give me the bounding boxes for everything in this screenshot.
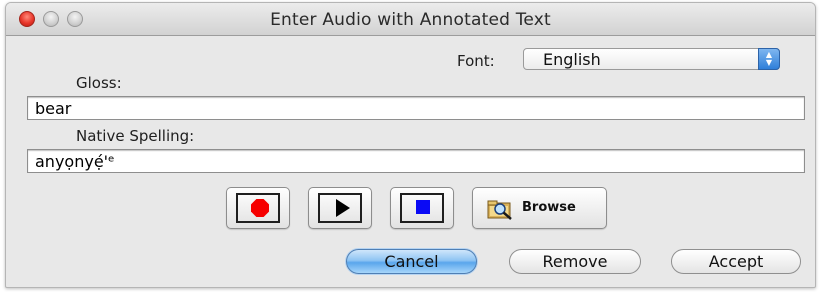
gloss-label: Gloss: [76, 74, 122, 92]
font-select[interactable]: English ▲ ▼ [523, 48, 780, 70]
dialog-window: Enter Audio with Annotated Text Font: En… [5, 2, 816, 288]
record-icon [251, 199, 269, 217]
play-button[interactable] [308, 187, 372, 229]
remove-button[interactable]: Remove [509, 249, 641, 274]
gloss-input[interactable] [27, 96, 805, 120]
stop-icon [416, 200, 430, 214]
native-spelling-input[interactable] [27, 149, 805, 173]
stop-button[interactable] [390, 187, 454, 229]
title-bar[interactable]: Enter Audio with Annotated Text [6, 3, 815, 36]
folder-magnifier-icon [487, 200, 512, 220]
record-button[interactable] [226, 187, 290, 229]
accept-button[interactable]: Accept [671, 249, 801, 274]
cancel-button[interactable]: Cancel [346, 249, 477, 274]
record-icon-frame [236, 193, 280, 223]
window-title: Enter Audio with Annotated Text [270, 10, 551, 30]
stop-icon-frame [400, 193, 444, 223]
font-select-value: English [543, 50, 601, 69]
play-icon-frame [318, 193, 362, 223]
native-spelling-label: Native Spelling: [76, 127, 195, 145]
play-icon [336, 199, 350, 217]
updown-arrows-icon[interactable]: ▲ ▼ [758, 48, 780, 70]
font-label: Font: [457, 52, 495, 70]
browse-button[interactable]: Browse [472, 187, 607, 229]
browse-label: Browse [522, 200, 576, 215]
